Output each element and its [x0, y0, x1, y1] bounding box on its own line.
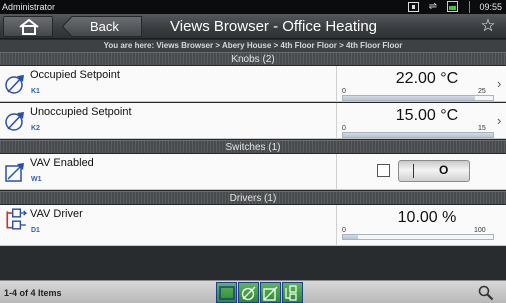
toggle-on-mark	[413, 164, 414, 178]
list-empty-area	[0, 246, 506, 280]
item-value: 22.00 °C	[395, 70, 459, 87]
usb-icon: ⇌	[428, 0, 437, 12]
toggle-off-label: O	[439, 163, 449, 177]
logged-in-user: Administrator	[2, 2, 56, 12]
list-icon	[219, 286, 235, 300]
filter-drivers-button[interactable]	[282, 282, 303, 303]
filter-all-button[interactable]	[216, 282, 237, 303]
section-header-drivers: Drivers (1)	[0, 191, 506, 204]
knob-icon	[241, 286, 256, 301]
page-title: Views Browser - Office Heating	[170, 18, 378, 35]
back-label: Back	[90, 19, 119, 34]
status-bar: Administrator ⇌ 09:55	[0, 0, 506, 14]
knob-icon	[5, 75, 24, 94]
clock-divider	[469, 1, 470, 13]
switch-checkbox[interactable]	[377, 164, 390, 177]
item-name: VAV Driver	[30, 208, 83, 220]
title-bar: Back Views Browser - Office Heating ☆	[0, 14, 506, 39]
list-item-unoccupied-setpoint[interactable]: Unoccupied Setpoint K2 15.00 °C 0 15 ›	[0, 103, 506, 139]
scale-min: 0	[342, 88, 346, 95]
switch-icon	[263, 286, 278, 301]
knob-icon	[5, 112, 24, 131]
scale-max: 100	[474, 227, 486, 234]
chevron-right-icon[interactable]: ›	[497, 113, 501, 128]
section-header-knobs: Knobs (2)	[0, 52, 506, 65]
status-icons: ⇌	[407, 0, 458, 12]
item-count: 1-4 of 4 Items	[4, 288, 62, 298]
monitor-icon	[407, 1, 419, 12]
on-off-toggle[interactable]: O	[398, 160, 470, 182]
list-item-vav-enabled[interactable]: VAV Enabled W1 O	[0, 154, 506, 190]
value-slider[interactable]	[342, 95, 494, 101]
scale-max: 15	[478, 125, 486, 132]
favorite-button[interactable]: ☆	[478, 16, 498, 36]
item-name: Occupied Setpoint	[30, 69, 120, 81]
clock: 09:55	[479, 2, 502, 12]
scale-max: 25	[478, 88, 486, 95]
item-code: D1	[31, 227, 40, 234]
filter-switches-button[interactable]	[260, 282, 281, 303]
scale-min: 0	[342, 125, 346, 132]
divider	[336, 154, 337, 190]
home-button[interactable]	[3, 16, 53, 37]
bar-fill	[343, 235, 358, 239]
switch-icon	[5, 163, 24, 182]
breadcrumb: You are here: Views Browser > Abery Hous…	[0, 40, 506, 52]
value-bar	[342, 234, 494, 240]
item-value: 10.00 %	[397, 209, 457, 226]
item-name: VAV Enabled	[30, 157, 94, 169]
divider	[336, 103, 337, 139]
driver-icon	[6, 208, 28, 230]
scale-min: 0	[342, 227, 346, 234]
item-code: K2	[31, 125, 40, 132]
section-header-switches: Switches (1)	[0, 140, 506, 153]
divider	[336, 66, 337, 102]
back-button[interactable]: Back	[62, 16, 142, 37]
battery-icon	[447, 1, 458, 12]
value-slider[interactable]	[342, 132, 494, 138]
filter-tabs	[216, 282, 303, 303]
list-item-vav-driver[interactable]: VAV Driver D1 10.00 % 0 100	[0, 205, 506, 246]
slider-fill	[343, 96, 475, 100]
search-icon[interactable]	[478, 285, 494, 301]
driver-icon	[285, 285, 297, 301]
star-icon: ☆	[480, 16, 496, 35]
item-code: K1	[31, 88, 40, 95]
home-icon	[19, 19, 39, 35]
list-item-occupied-setpoint[interactable]: Occupied Setpoint K1 22.00 °C 0 25 ›	[0, 66, 506, 102]
item-value: 15.00 °C	[395, 107, 459, 124]
footer-toolbar: 1-4 of 4 Items	[0, 280, 506, 303]
item-name: Unoccupied Setpoint	[30, 106, 132, 118]
item-code: W1	[31, 176, 42, 183]
divider	[336, 205, 337, 246]
chevron-right-icon[interactable]: ›	[497, 76, 501, 91]
filter-knobs-button[interactable]	[238, 282, 259, 303]
slider-fill	[343, 133, 493, 137]
